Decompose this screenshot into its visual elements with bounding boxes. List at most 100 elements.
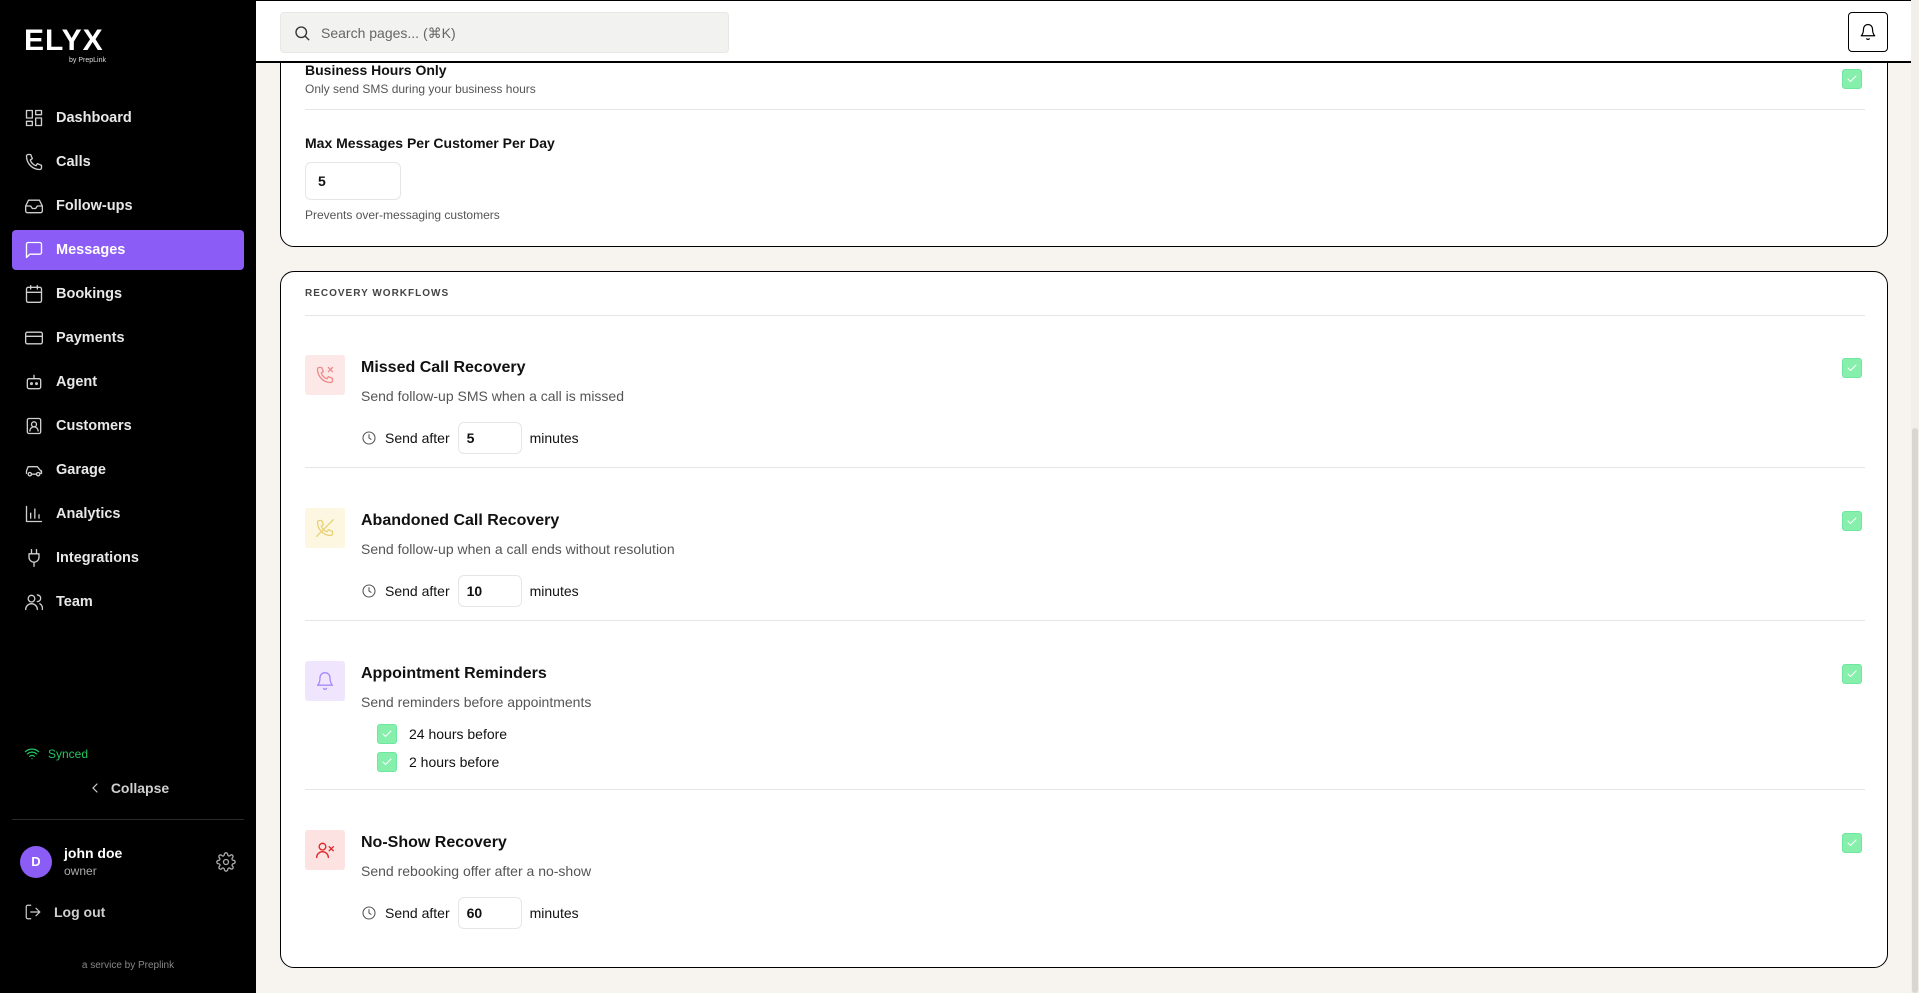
logo-subtitle: by PrepLink	[69, 57, 106, 64]
max-messages-input[interactable]	[305, 162, 401, 200]
clock-icon	[362, 906, 376, 920]
phone-off-icon	[316, 519, 334, 537]
minutes-label: minutes	[529, 905, 579, 921]
check-icon	[1847, 670, 1857, 677]
max-messages-hint: Prevents over-messaging customers	[305, 208, 500, 222]
sidebar-item-dashboard[interactable]: Dashboard	[12, 98, 244, 138]
no-show-icon-box	[305, 830, 345, 870]
sidebar-item-messages[interactable]: Messages	[12, 230, 244, 270]
user-role: owner	[64, 864, 97, 878]
divider	[305, 467, 1865, 468]
divider	[305, 620, 1865, 621]
sidebar-item-agent[interactable]: Agent	[12, 362, 244, 402]
phone-icon	[25, 153, 43, 171]
service-note: a service by Preplink	[81, 960, 175, 971]
sidebar-item-label: Follow-ups	[56, 198, 133, 214]
logout-label: Log out	[54, 904, 106, 920]
divider	[305, 315, 1865, 316]
logo-text: ELYX	[24, 24, 104, 57]
send-after-row: Send after minutes	[361, 897, 579, 929]
business-hours-checkbox[interactable]	[1842, 69, 1862, 89]
sidebar-item-analytics[interactable]: Analytics	[12, 494, 244, 534]
reminder-label: 24 hours before	[409, 726, 508, 742]
divider	[305, 789, 1865, 790]
sidebar-item-label: Garage	[56, 462, 106, 478]
reminder-option[interactable]: 24 hours before	[377, 724, 507, 744]
sidebar-item-bookings[interactable]: Bookings	[12, 274, 244, 314]
missed-call-icon-box	[305, 355, 345, 395]
sidebar-item-garage[interactable]: Garage	[12, 450, 244, 490]
scrollbar-thumb[interactable]	[1912, 428, 1918, 993]
sidebar-item-integrations[interactable]: Integrations	[12, 538, 244, 578]
bell-icon	[316, 672, 334, 690]
sidebar-item-customers[interactable]: Customers	[12, 406, 244, 446]
user-profile[interactable]: D john doe owner	[20, 845, 122, 878]
minutes-label: minutes	[529, 583, 579, 599]
sidebar-divider	[12, 819, 244, 820]
collapse-button[interactable]: Collapse	[0, 780, 256, 796]
check-icon	[382, 758, 392, 765]
no-show-minutes-input[interactable]	[457, 897, 522, 929]
workflow-title: Appointment Reminders	[361, 665, 547, 682]
bell-icon	[1860, 23, 1876, 41]
workflow-title: No-Show Recovery	[361, 834, 507, 851]
missed-call-toggle[interactable]	[1842, 358, 1862, 378]
minutes-label: minutes	[529, 430, 579, 446]
sidebar-item-calls[interactable]: Calls	[12, 142, 244, 182]
users-icon	[25, 594, 44, 611]
user-x-icon	[316, 842, 334, 859]
dashboard-icon	[25, 109, 43, 127]
car-icon	[25, 466, 43, 477]
sync-status-label: Synced	[48, 747, 89, 761]
workflow-desc: Send reminders before appointments	[361, 694, 592, 710]
sidebar-item-payments[interactable]: Payments	[12, 318, 244, 358]
reminder-24h-checkbox[interactable]	[377, 724, 397, 744]
appointment-reminders-toggle[interactable]	[1842, 664, 1862, 684]
logo[interactable]: ELYX by PrepLink	[24, 24, 106, 65]
sidebar-item-label: Customers	[56, 418, 132, 434]
sidebar-item-label: Payments	[56, 330, 125, 346]
clock-icon	[362, 431, 376, 445]
missed-call-minutes-input[interactable]	[457, 422, 522, 454]
plug-icon	[28, 549, 40, 567]
reminder-option[interactable]: 2 hours before	[377, 752, 499, 772]
business-hours-desc: Only send SMS during your business hours	[305, 82, 536, 96]
send-after-row: Send after minutes	[361, 422, 579, 454]
sidebar-item-label: Integrations	[56, 550, 139, 566]
sidebar-item-label: Team	[56, 594, 93, 610]
search-icon	[295, 25, 310, 40]
sidebar-item-label: Analytics	[56, 506, 121, 522]
calendar-icon	[25, 285, 43, 303]
chevron-left-icon	[91, 783, 98, 793]
sidebar-item-label: Agent	[56, 374, 98, 390]
sidebar-item-label: Dashboard	[56, 110, 132, 126]
sync-status: Synced	[24, 746, 88, 762]
check-icon	[1847, 517, 1857, 524]
workflow-desc: Send follow-up SMS when a call is missed	[361, 388, 625, 404]
section-label: RECOVERY WORKFLOWS	[305, 288, 450, 299]
search-bar[interactable]	[280, 12, 729, 53]
check-icon	[1847, 839, 1857, 846]
sidebar-item-follow-ups[interactable]: Follow-ups	[12, 186, 244, 226]
avatar: D	[20, 845, 52, 878]
workflow-title: Abandoned Call Recovery	[361, 512, 560, 529]
max-messages-title: Max Messages Per Customer Per Day	[305, 135, 555, 151]
top-header	[256, 0, 1911, 63]
notifications-button[interactable]	[1848, 12, 1888, 52]
reminder-2h-checkbox[interactable]	[377, 752, 397, 772]
abandoned-call-minutes-input[interactable]	[457, 575, 522, 607]
user-name: john doe	[64, 845, 123, 861]
sidebar-item-team[interactable]: Team	[12, 582, 244, 622]
send-after-label: Send after	[385, 583, 450, 599]
search-input[interactable]	[321, 24, 701, 41]
sidebar-item-label: Calls	[56, 154, 91, 170]
logout-button[interactable]: Log out	[24, 903, 105, 921]
abandoned-call-toggle[interactable]	[1842, 511, 1862, 531]
business-hours-title: Business Hours Only	[305, 62, 447, 78]
collapse-label: Collapse	[110, 780, 170, 796]
no-show-toggle[interactable]	[1842, 833, 1862, 853]
sidebar: ELYX by PrepLink Dashboard Calls Follow-…	[0, 0, 256, 993]
gear-icon[interactable]	[216, 852, 236, 872]
divider	[305, 109, 1865, 110]
check-icon	[382, 730, 392, 737]
